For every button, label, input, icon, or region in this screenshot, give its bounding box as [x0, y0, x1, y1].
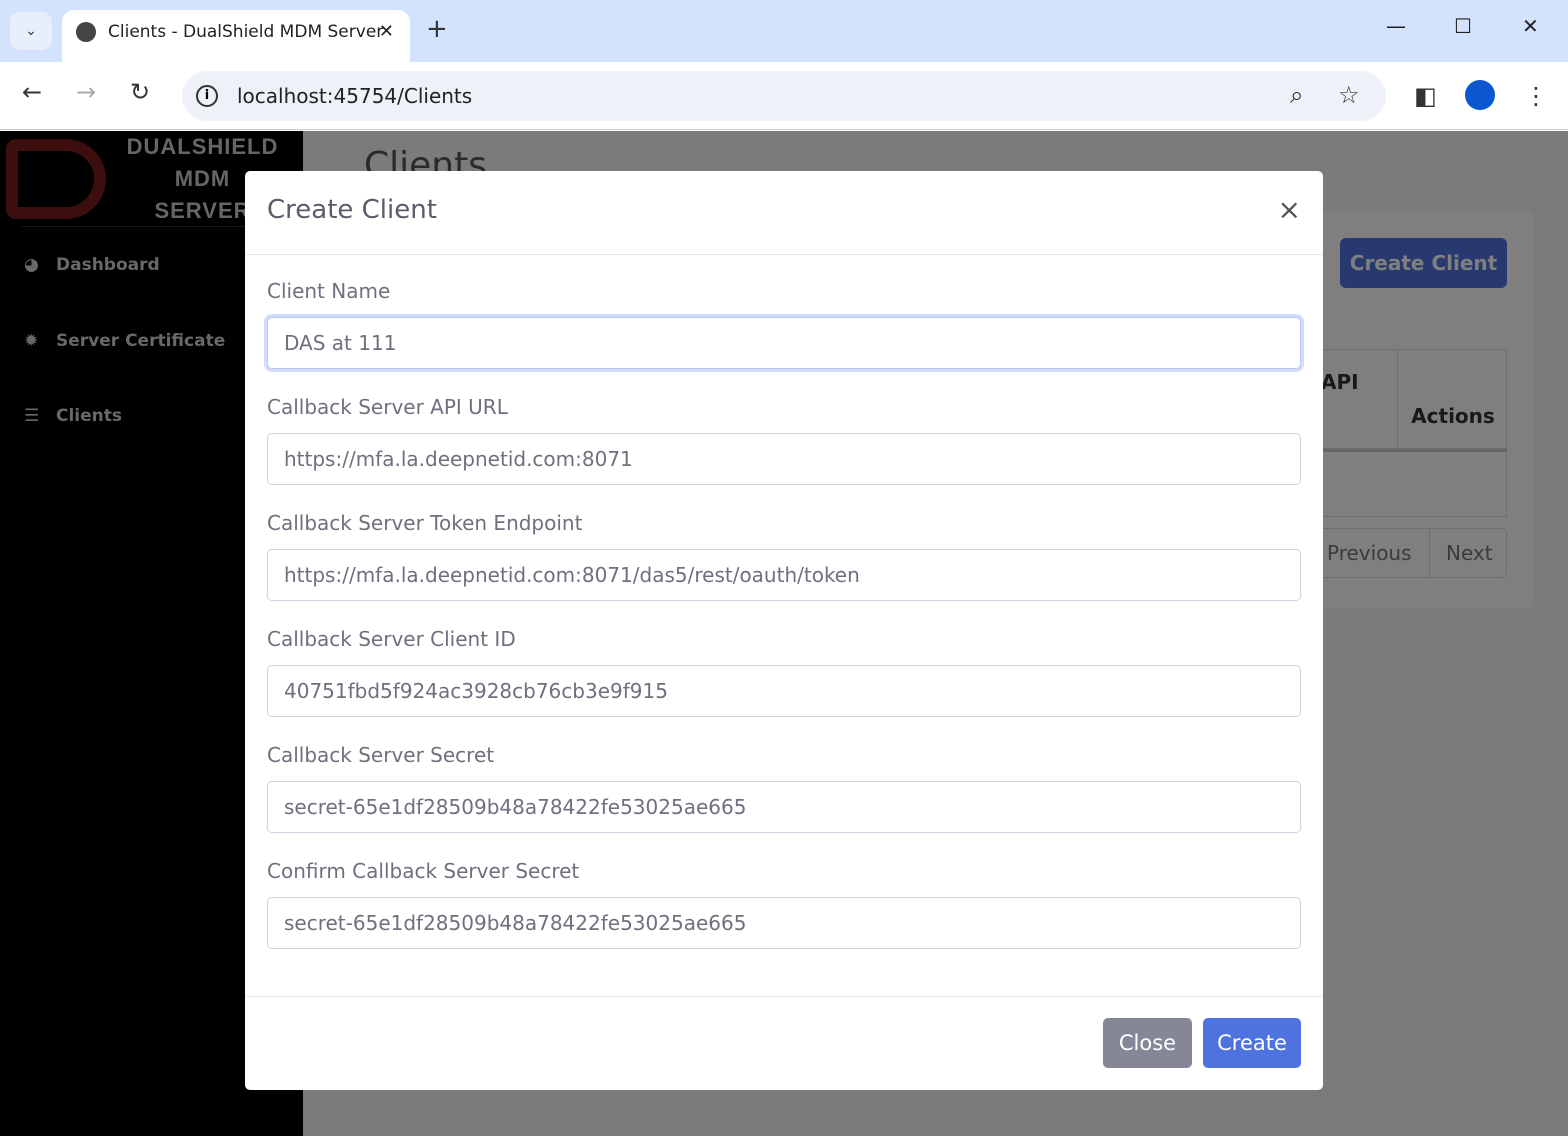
back-button[interactable]: ←	[22, 78, 42, 106]
client-name-input[interactable]	[267, 317, 1301, 369]
token-endpoint-field: Callback Server Token Endpoint	[267, 511, 1301, 601]
modal-header: Create Client ×	[245, 171, 1323, 255]
window-close-button[interactable]: ✕	[1522, 14, 1539, 38]
api-url-input[interactable]	[267, 433, 1301, 485]
new-tab-button[interactable]: +	[426, 14, 448, 44]
reload-button[interactable]: ↻	[130, 78, 150, 106]
menu-kebab-icon[interactable]: ⋮	[1524, 82, 1548, 110]
tab-bar: ⌄ Clients - DualShield MDM Server ✕ + — …	[0, 0, 1568, 62]
api-url-field: Callback Server API URL	[267, 395, 1301, 485]
create-client-modal: Create Client × Client Name Callback Ser…	[245, 171, 1323, 1090]
field-label: Callback Server Client ID	[267, 627, 516, 651]
secret-input[interactable]	[267, 781, 1301, 833]
secret-field: Callback Server Secret	[267, 743, 1301, 833]
minimize-button[interactable]: —	[1386, 14, 1406, 38]
modal-footer-divider	[245, 996, 1323, 997]
maximize-button[interactable]: ☐	[1454, 14, 1472, 38]
profile-avatar[interactable]	[1465, 80, 1495, 110]
side-panel-icon[interactable]: ◧	[1414, 82, 1437, 110]
client-id-field: Callback Server Client ID	[267, 627, 1301, 717]
field-label: Callback Server Secret	[267, 743, 495, 767]
tab-title: Clients - DualShield MDM Server	[108, 22, 384, 42]
create-button[interactable]: Create	[1203, 1018, 1301, 1068]
bookmark-star-icon[interactable]: ☆	[1338, 81, 1360, 109]
address-bar[interactable]: i localhost:45754/Clients ⌕ ☆	[182, 71, 1386, 121]
url-text[interactable]: localhost:45754/Clients	[237, 84, 472, 108]
close-tab-icon[interactable]: ✕	[379, 10, 394, 54]
client-id-input[interactable]	[267, 665, 1301, 717]
token-endpoint-input[interactable]	[267, 549, 1301, 601]
client-name-field: Client Name	[267, 279, 1301, 369]
browser-tab[interactable]: Clients - DualShield MDM Server ✕	[62, 10, 410, 62]
globe-icon	[76, 22, 96, 42]
tab-search-button[interactable]: ⌄	[10, 12, 52, 50]
field-label: Callback Server Token Endpoint	[267, 511, 583, 535]
close-icon[interactable]: ×	[1278, 193, 1301, 226]
forward-button[interactable]: →	[76, 78, 96, 106]
zoom-icon[interactable]: ⌕	[1290, 81, 1303, 109]
modal-title: Create Client	[267, 195, 437, 225]
field-label: Confirm Callback Server Secret	[267, 859, 580, 883]
field-label: Client Name	[267, 279, 391, 303]
site-info-icon[interactable]: i	[196, 85, 218, 107]
confirm-secret-input[interactable]	[267, 897, 1301, 949]
field-label: Callback Server API URL	[267, 395, 508, 419]
confirm-secret-field: Confirm Callback Server Secret	[267, 859, 1301, 949]
browser-toolbar: ← → ↻ i localhost:45754/Clients ⌕ ☆ ◧ ⋮	[0, 62, 1568, 130]
close-button[interactable]: Close	[1103, 1018, 1192, 1068]
